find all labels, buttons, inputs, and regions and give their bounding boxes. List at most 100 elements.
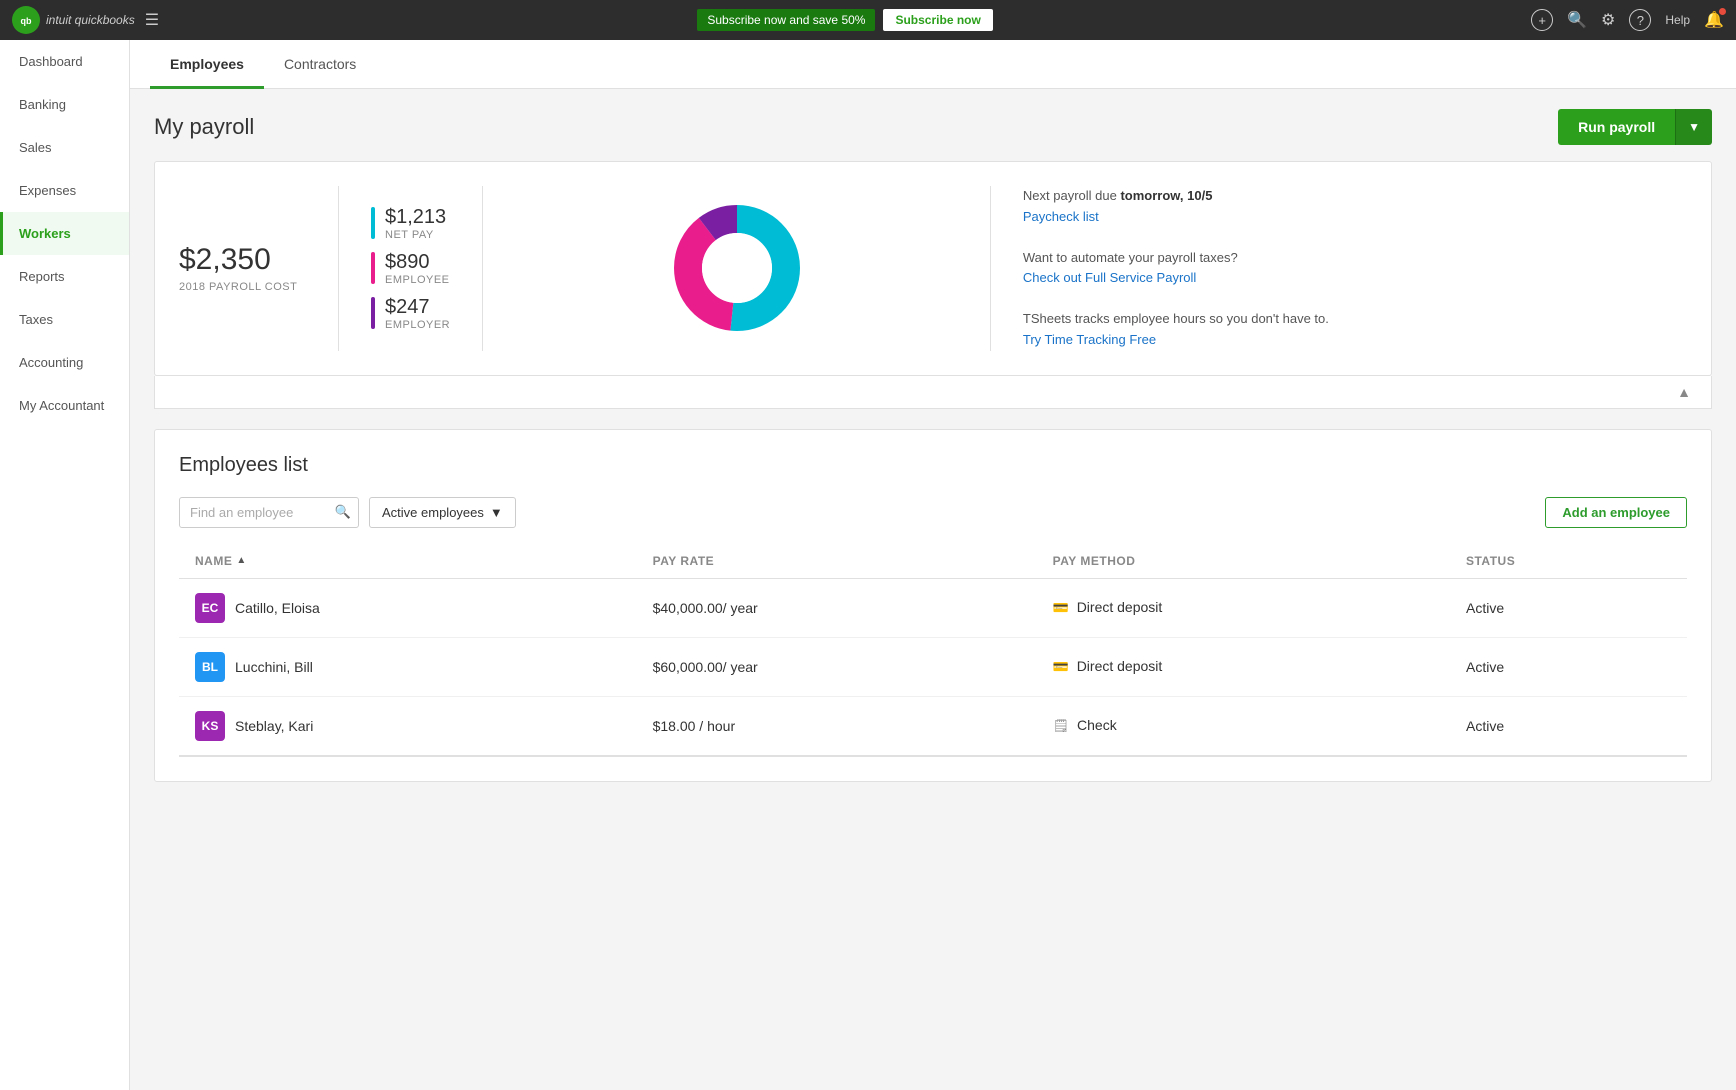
time-tracking-link[interactable]: Try Time Tracking Free	[1023, 330, 1687, 351]
employee-status: Active	[1450, 578, 1687, 637]
search-wrap: 🔍	[179, 497, 359, 528]
tabs-bar: Employees Contractors	[130, 40, 1736, 89]
breakdown-amount-net: $1,213	[385, 206, 446, 229]
breakdown-label-net: NET PAY	[385, 229, 446, 241]
filter-dropdown-arrow: ▼	[490, 505, 503, 520]
pay-method-icon: 💳	[1053, 659, 1069, 675]
payroll-cost-section: $2,350 2018 PAYROLL COST	[179, 186, 339, 351]
search-input[interactable]	[179, 497, 359, 528]
next-payroll-when: tomorrow, 10/5	[1120, 188, 1212, 203]
employee-pay-rate: $60,000.00/ year	[637, 637, 1037, 696]
employee-status: Active	[1450, 696, 1687, 756]
run-payroll-dropdown[interactable]: ▼	[1675, 109, 1712, 145]
sidebar-item-reports[interactable]: Reports	[0, 255, 129, 298]
col-header-name: NAME ▲	[179, 544, 637, 579]
employee-name: Lucchini, Bill	[235, 659, 313, 675]
notifications-bell[interactable]: 🔔	[1704, 10, 1724, 30]
breakdown-dot-net	[371, 207, 375, 239]
logo-text: intuit quickbooks	[46, 13, 135, 27]
svg-text:qb: qb	[21, 16, 32, 26]
search-icon: 🔍	[335, 504, 351, 520]
subscribe-button[interactable]: Subscribe now	[883, 9, 992, 31]
search-icon[interactable]: 🔍	[1567, 10, 1587, 30]
page-body: My payroll Run payroll ▼ $2,350 2018 PAY…	[130, 89, 1736, 802]
payroll-total-label: 2018 PAYROLL COST	[179, 281, 306, 293]
collapse-button[interactable]: ▲	[1673, 380, 1695, 404]
table-row[interactable]: BL Lucchini, Bill $60,000.00/ year 💳 Dir…	[179, 637, 1687, 696]
help-label: Help	[1665, 13, 1690, 27]
employees-table-body: EC Catillo, Eloisa $40,000.00/ year 💳 Di…	[179, 578, 1687, 756]
sidebar-item-banking[interactable]: Banking	[0, 83, 129, 126]
hamburger-menu[interactable]: ☰	[145, 10, 159, 30]
collapse-bar: ▲	[154, 376, 1712, 409]
add-employee-button[interactable]: Add an employee	[1545, 497, 1687, 528]
donut-chart	[667, 198, 807, 338]
tab-contractors[interactable]: Contractors	[264, 40, 376, 89]
sort-arrow-name[interactable]: ▲	[236, 555, 246, 566]
sidebar-item-my-accountant[interactable]: My Accountant	[0, 384, 129, 427]
employee-pay-rate: $40,000.00/ year	[637, 578, 1037, 637]
payroll-total-amount: $2,350	[179, 243, 306, 277]
table-row[interactable]: KS Steblay, Kari $18.00 / hour 🗒 Check A…	[179, 696, 1687, 756]
sidebar-item-sales[interactable]: Sales	[0, 126, 129, 169]
employee-name-cell: EC Catillo, Eloisa	[179, 578, 637, 637]
gear-icon[interactable]: ⚙	[1601, 10, 1615, 30]
breakdown-amount-employer: $247	[385, 296, 450, 319]
employee-avatar: BL	[195, 652, 225, 682]
breakdown-employer: $247 EMPLOYER	[371, 296, 450, 331]
paycheck-list-link[interactable]: Paycheck list	[1023, 207, 1687, 228]
col-header-status: STATUS	[1450, 544, 1687, 579]
app-layout: Dashboard Banking Sales Expenses Workers…	[0, 40, 1736, 1090]
sidebar-item-accounting[interactable]: Accounting	[0, 341, 129, 384]
tab-employees[interactable]: Employees	[150, 40, 264, 89]
main-content: Employees Contractors My payroll Run pay…	[130, 40, 1736, 1090]
tsheets-text: TSheets tracks employee hours so you don…	[1023, 311, 1329, 326]
filter-label: Active employees	[382, 505, 484, 520]
help-icon[interactable]: ?	[1629, 9, 1651, 31]
notification-dot	[1719, 8, 1726, 15]
employees-table: NAME ▲ PAY RATE PAY METHOD	[179, 544, 1687, 757]
payroll-title: My payroll	[154, 114, 254, 140]
table-row[interactable]: EC Catillo, Eloisa $40,000.00/ year 💳 Di…	[179, 578, 1687, 637]
sidebar-item-workers[interactable]: Workers	[0, 212, 129, 255]
employee-avatar: KS	[195, 711, 225, 741]
col-header-pay-rate: PAY RATE	[637, 544, 1037, 579]
pay-method-icon: 🗒	[1053, 718, 1070, 734]
next-payroll-text: Next payroll due	[1023, 188, 1117, 203]
top-nav-right: + 🔍 ⚙ ? Help 🔔	[1531, 9, 1724, 31]
subscribe-area: Subscribe now and save 50% Subscribe now	[159, 9, 1531, 31]
employee-name-cell: BL Lucchini, Bill	[179, 637, 637, 696]
add-icon[interactable]: +	[1531, 9, 1553, 31]
breakdown-dot-employer	[371, 297, 375, 329]
breakdown-net-pay: $1,213 NET PAY	[371, 206, 450, 241]
payroll-breakdown: $1,213 NET PAY $890 EMPLOYEE	[339, 186, 483, 351]
payroll-info-section: Next payroll due tomorrow, 10/5 Paycheck…	[991, 186, 1687, 351]
sidebar-item-expenses[interactable]: Expenses	[0, 169, 129, 212]
sidebar-item-taxes[interactable]: Taxes	[0, 298, 129, 341]
employees-list-card: Employees list 🔍 Active employees ▼ Add …	[154, 429, 1712, 782]
breakdown-label-employee: EMPLOYEE	[385, 274, 450, 286]
employee-name: Catillo, Eloisa	[235, 600, 320, 616]
full-service-payroll-link[interactable]: Check out Full Service Payroll	[1023, 268, 1687, 289]
sidebar-item-dashboard[interactable]: Dashboard	[0, 40, 129, 83]
employee-pay-method: 💳 Direct deposit	[1037, 637, 1450, 696]
run-payroll-button[interactable]: Run payroll	[1558, 109, 1675, 145]
next-payroll-info: Next payroll due tomorrow, 10/5 Paycheck…	[1023, 186, 1687, 228]
top-nav: qb intuit quickbooks ☰ Subscribe now and…	[0, 0, 1736, 40]
employee-status: Active	[1450, 637, 1687, 696]
active-employees-filter[interactable]: Active employees ▼	[369, 497, 516, 528]
breakdown-amount-employee: $890	[385, 251, 450, 274]
employees-list-toolbar: 🔍 Active employees ▼ Add an employee	[179, 497, 1687, 528]
payroll-chart-section	[483, 186, 991, 351]
employee-avatar: EC	[195, 593, 225, 623]
col-header-pay-method: PAY METHOD	[1037, 544, 1450, 579]
run-payroll-btn-group: Run payroll ▼	[1558, 109, 1712, 145]
employee-pay-method: 💳 Direct deposit	[1037, 578, 1450, 637]
automate-text: Want to automate your payroll taxes?	[1023, 250, 1238, 265]
logo-icon: qb	[12, 6, 40, 34]
sidebar: Dashboard Banking Sales Expenses Workers…	[0, 40, 130, 1090]
breakdown-dot-employee	[371, 252, 375, 284]
payroll-header: My payroll Run payroll ▼	[154, 109, 1712, 145]
logo[interactable]: qb intuit quickbooks	[12, 6, 135, 34]
subscribe-banner: Subscribe now and save 50%	[697, 9, 875, 31]
